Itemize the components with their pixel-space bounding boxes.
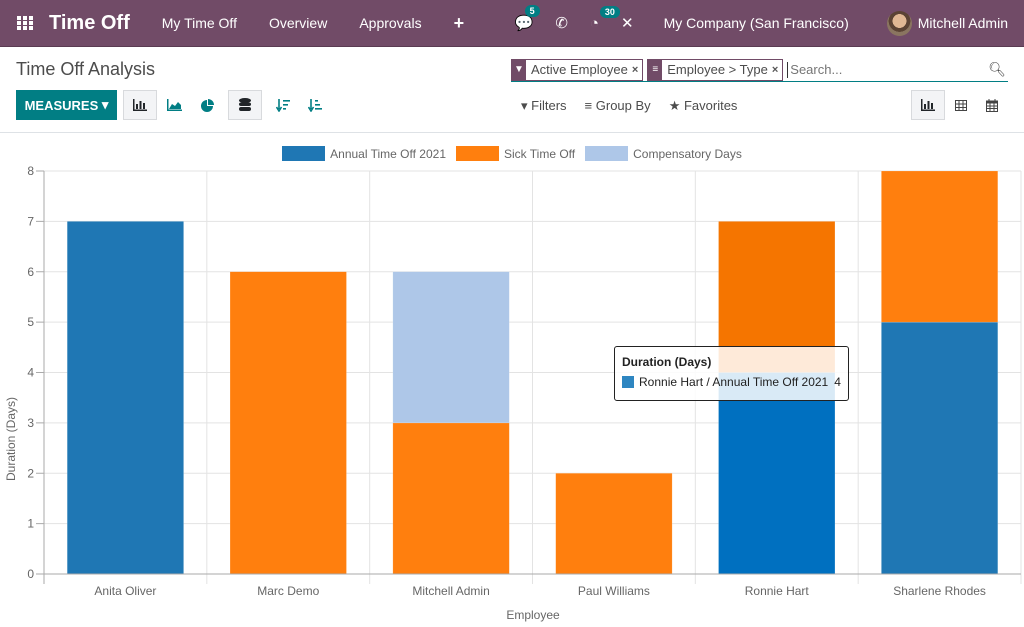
menu-my-time-off[interactable]: My Time Off (162, 15, 237, 31)
sort-descending-icon (276, 98, 290, 112)
plus-icon[interactable]: + (454, 13, 465, 34)
database-stack-icon (239, 98, 251, 111)
y-tick-label: 2 (27, 466, 34, 480)
x-tick-label: Sharlene Rhodes (893, 584, 986, 598)
tooltip-label: Ronnie Hart / Annual Time Off 2021 (639, 375, 829, 389)
sort-ascending-button[interactable] (298, 90, 332, 120)
y-tick-label: 8 (27, 164, 34, 178)
favorites-dropdown[interactable]: ★ Favorites (669, 98, 738, 114)
close-icon[interactable]: × (772, 60, 782, 80)
company-switcher[interactable]: My Company (San Francisco) (664, 15, 849, 31)
tooltip-swatch (622, 376, 634, 388)
activities-icon[interactable]: ◔ 30 (590, 5, 620, 32)
line-chart-button[interactable] (157, 90, 191, 120)
sort-ascending-icon (308, 98, 322, 112)
facet-label: Active Employee (531, 62, 628, 77)
sort-descending-button[interactable] (266, 90, 300, 120)
groupby-icon: ≡ (584, 98, 593, 113)
bar-segment (881, 321, 999, 575)
close-icon[interactable]: × (632, 60, 642, 80)
x-tick-label: Ronnie Hart (745, 584, 810, 598)
filter-icon: ▼ (512, 59, 526, 80)
menu-approvals[interactable]: Approvals (359, 15, 421, 31)
y-tick-label: 5 (27, 315, 34, 329)
facet-active-employee: ▼ Active Employee × (511, 58, 644, 81)
favorites-label: Favorites (683, 98, 738, 113)
bar-segment (392, 422, 510, 575)
tooltip-title: Duration (Days) (622, 355, 712, 369)
x-tick-label: Marc Demo (257, 584, 319, 598)
x-tick-label: Mitchell Admin (412, 584, 489, 598)
facet-label: Employee > Type (667, 62, 768, 77)
pie-chart-button[interactable] (190, 90, 224, 120)
apps-menu-icon[interactable] (17, 16, 33, 30)
measures-label: MEASURES (24, 97, 99, 113)
control-panel: Time Off Analysis ▼ Active Employee × ≡ … (0, 47, 1024, 133)
activities-badge: 30 (599, 5, 620, 18)
search-input[interactable] (787, 61, 989, 78)
y-tick-label: 3 (27, 416, 34, 430)
messages-badge: 5 (524, 5, 540, 17)
graph-view-button[interactable] (911, 90, 945, 120)
search-icon[interactable]: 🔍︎ (988, 61, 1006, 78)
x-tick-label: Paul Williams (578, 584, 650, 598)
y-tick-label: 4 (27, 366, 34, 380)
bar-segment (881, 170, 999, 323)
bar-segment (718, 372, 836, 575)
y-tick-label: 7 (27, 214, 34, 228)
filters-label: Filters (531, 98, 567, 113)
y-tick-label: 0 (27, 567, 34, 581)
pivot-view-button[interactable] (944, 90, 978, 120)
tooltip-value: 4 (834, 375, 841, 389)
facet-groupby: ≡ Employee > Type × (647, 58, 784, 81)
bar-chart-icon (133, 99, 147, 111)
menu-overview[interactable]: Overview (269, 15, 327, 31)
chart-area: Annual Time Off 2021 Sick Time Off Compe… (0, 134, 1024, 627)
calendar-icon (986, 98, 998, 112)
user-menu[interactable]: Mitchell Admin (918, 15, 1008, 31)
groupby-icon: ≡ (648, 59, 663, 80)
pie-chart-icon (200, 98, 214, 112)
page-title: Time Off Analysis (16, 59, 156, 79)
bar-chart-icon (921, 99, 935, 111)
filters-dropdown[interactable]: ▾ Filters (521, 98, 567, 114)
bar-segment (555, 473, 673, 575)
bar-chart: 0 1 2 3 4 5 6 7 8 Anita Oliver Marc Demo Mitchell A… (4, 164, 1022, 622)
app-title[interactable]: Time Off (49, 12, 130, 35)
bar-segment (66, 221, 184, 575)
bar-segment (229, 271, 347, 575)
calendar-view-button[interactable] (975, 90, 1009, 120)
avatar[interactable] (886, 10, 912, 36)
stacked-toggle-button[interactable] (228, 90, 262, 120)
area-chart-icon (166, 99, 182, 111)
top-navbar: Time Off My Time Off Overview Approvals … (0, 0, 1024, 47)
star-icon: ★ (668, 98, 681, 113)
messages-icon[interactable]: 💬 5 (515, 5, 540, 32)
y-tick-label: 6 (27, 265, 34, 279)
y-tick-label: 1 (27, 517, 34, 531)
x-tick-label: Anita Oliver (94, 584, 156, 598)
groupby-label: Group By (595, 98, 651, 113)
groupby-dropdown[interactable]: ≡ Group By (585, 98, 651, 114)
x-axis-label: Employee (506, 608, 560, 622)
bar-chart-button[interactable] (123, 90, 157, 120)
y-axis-label: Duration (Days) (4, 397, 18, 481)
phone-icon[interactable]: ✆ (555, 14, 568, 32)
chart-tooltip: Duration (Days) Ronnie Hart / Annual Tim… (614, 346, 849, 401)
search-box: ▼ Active Employee × ≡ Employee > Type × … (511, 58, 1008, 82)
table-icon (955, 99, 967, 111)
filter-icon: ▾ (521, 98, 528, 113)
measures-button[interactable]: MEASURES ▾ (16, 90, 117, 120)
bar-segment (392, 271, 510, 424)
debug-tools-icon[interactable]: ✕ (621, 14, 634, 32)
